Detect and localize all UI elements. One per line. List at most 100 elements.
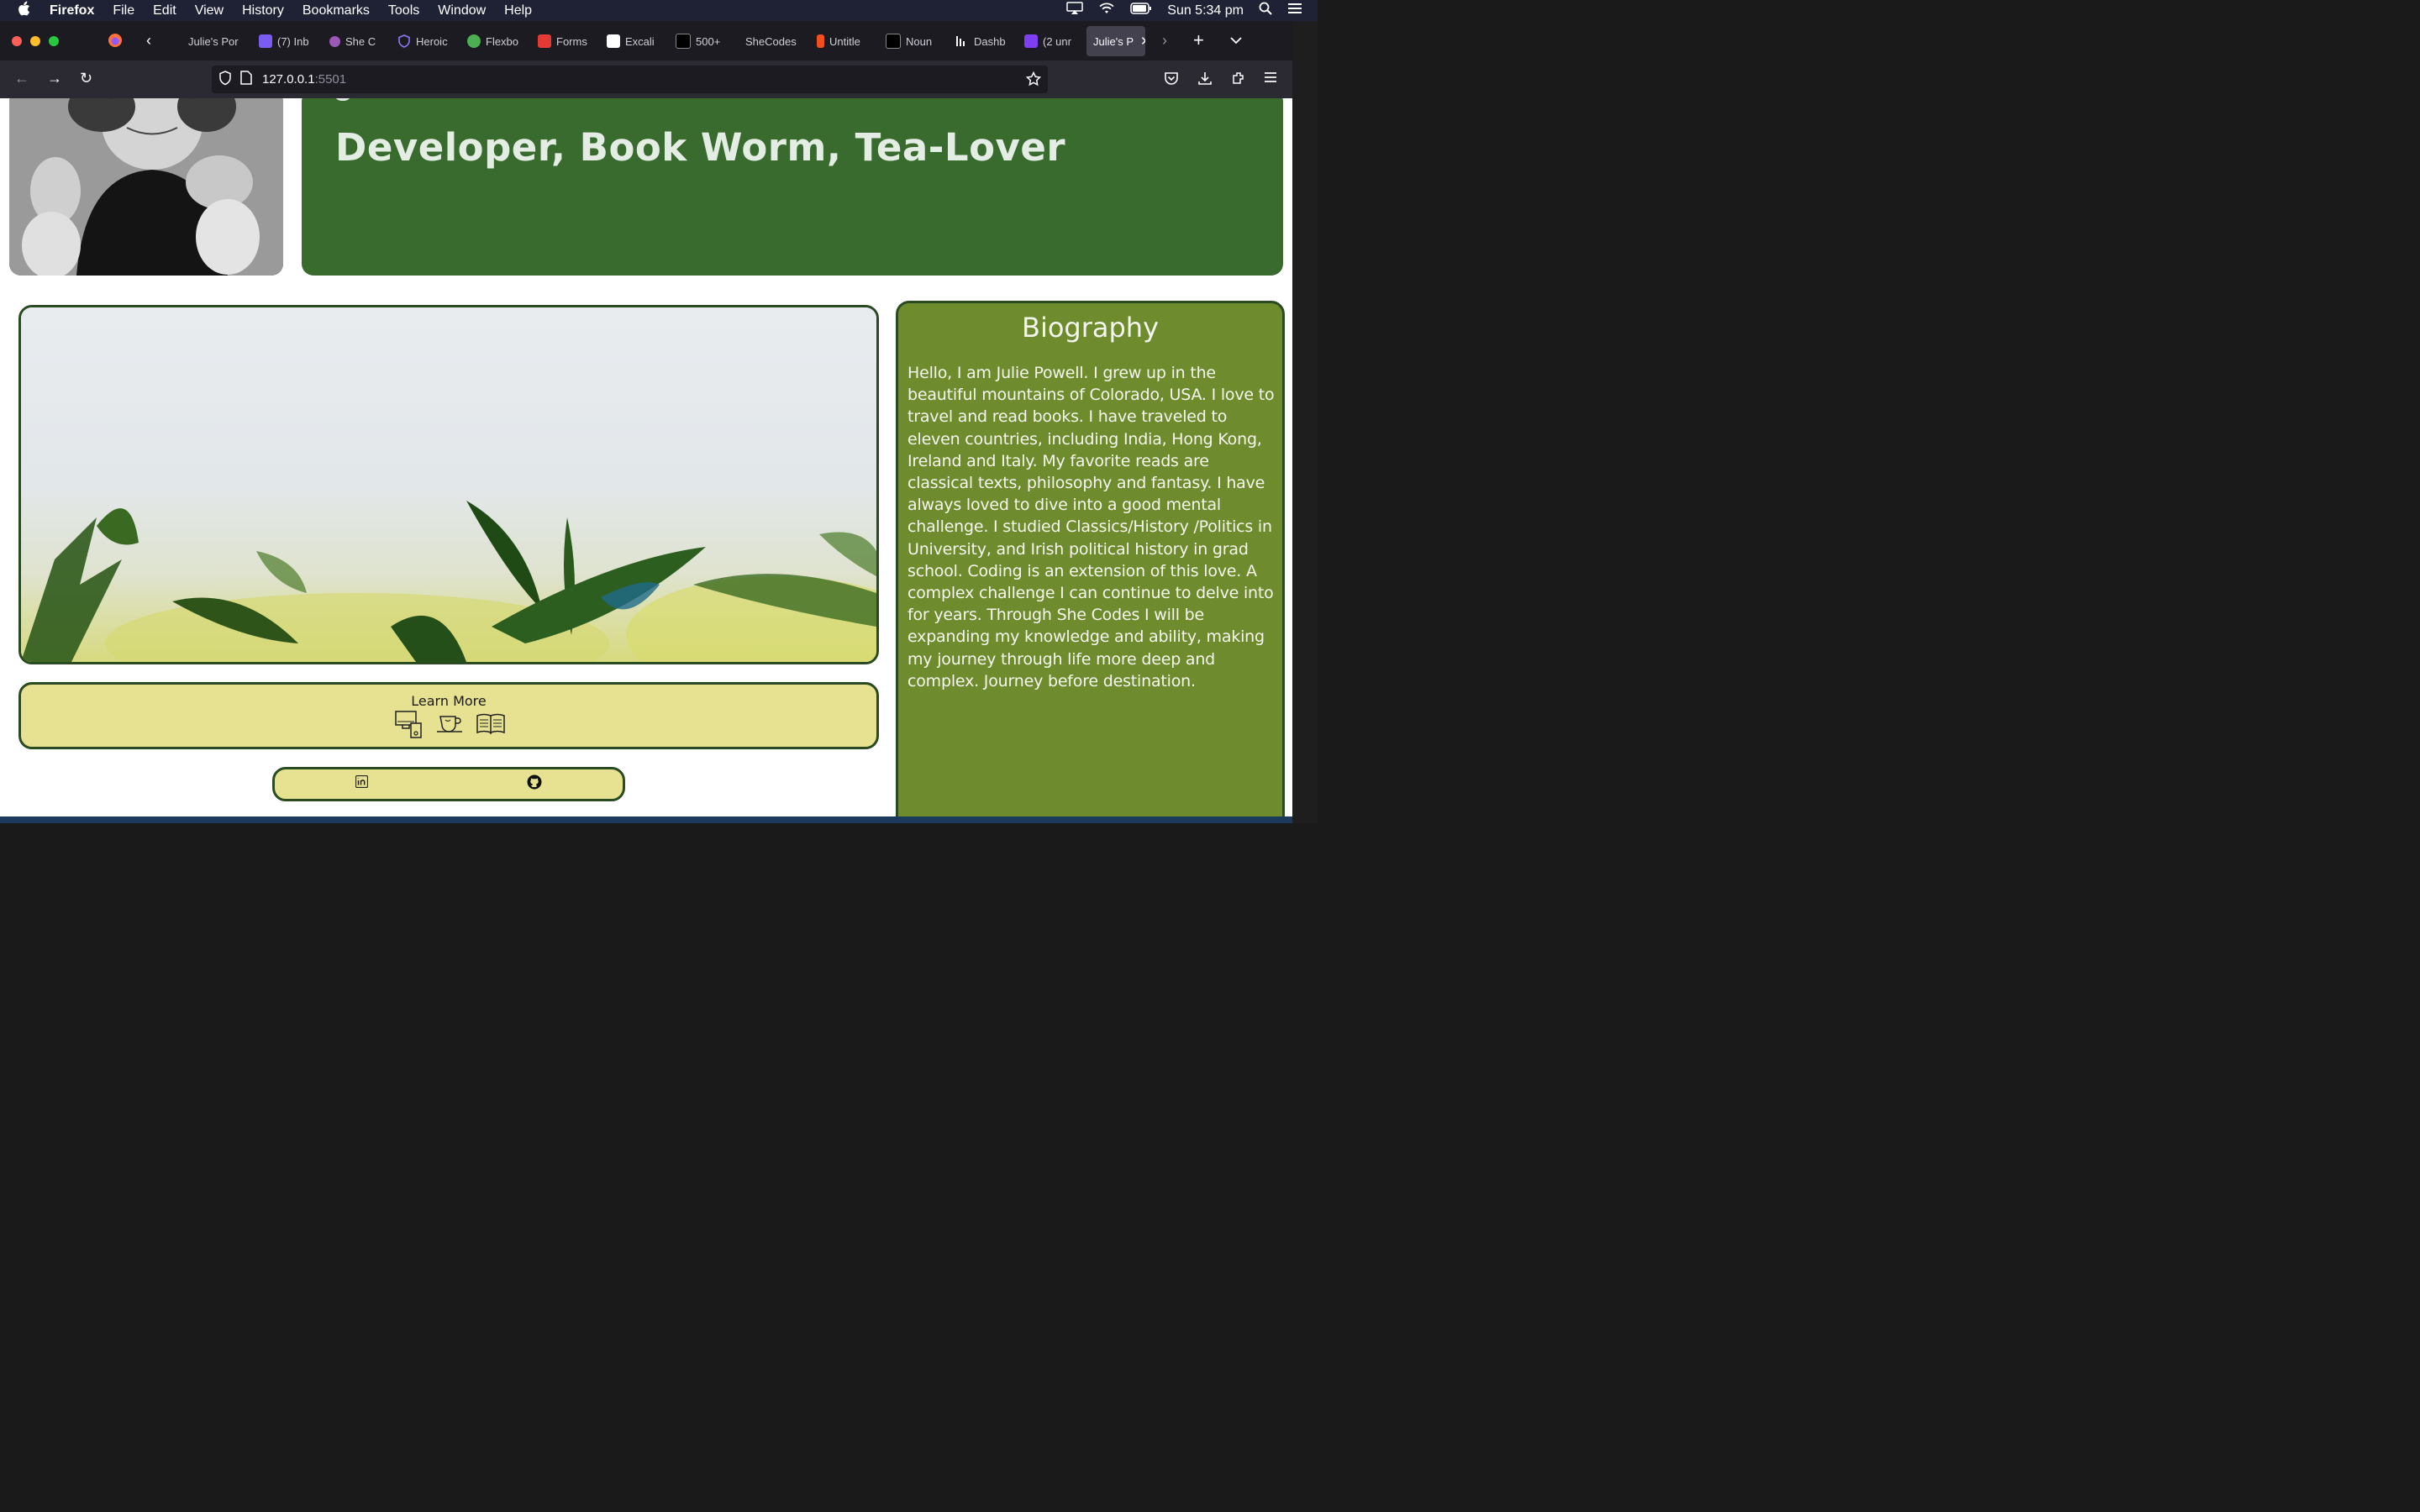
desktop-dock-edge (0, 816, 1292, 823)
apple-menu-icon[interactable] (17, 1, 35, 20)
browser-tab-bar: ‹ Julie's Por (7) Inb She C Heroic Flexb… (0, 21, 1292, 60)
mail-icon (1024, 34, 1038, 48)
tab-500-fonts[interactable]: 500+ (676, 26, 728, 56)
page-info-icon[interactable] (240, 71, 252, 88)
menu-tools[interactable]: Tools (388, 3, 419, 18)
tab-label: SheCodes (745, 34, 797, 48)
frog-icon (467, 34, 481, 48)
battery-icon[interactable] (1130, 3, 1152, 18)
pocket-icon[interactable] (1164, 71, 1179, 90)
computer-icon[interactable] (394, 710, 423, 742)
tab-label: 500+ (696, 34, 721, 48)
url-host: 127.0.0.1 (262, 72, 315, 87)
downloads-icon[interactable] (1197, 71, 1213, 90)
tab-label: Forms (556, 34, 587, 48)
github-icon[interactable] (527, 774, 542, 793)
new-tab-icon[interactable]: + (1193, 29, 1204, 51)
app-menu-icon[interactable] (1264, 71, 1277, 87)
hero-name-fragment (334, 98, 352, 101)
tab-unread-mail[interactable]: (2 unr (1024, 26, 1075, 56)
zoom-window-button[interactable] (49, 36, 59, 46)
tab-shecodes-1[interactable]: She C (329, 26, 380, 56)
forms-icon (538, 34, 551, 48)
menu-help[interactable]: Help (504, 3, 532, 18)
spotlight-search-icon[interactable] (1259, 2, 1272, 19)
excalidraw-icon (607, 34, 620, 48)
clock[interactable]: Sun 5:34 pm (1167, 3, 1244, 18)
url-text[interactable]: 127.0.0.1:5501 (262, 72, 346, 87)
tab-forms[interactable]: Forms (538, 26, 590, 56)
close-window-button[interactable] (12, 36, 22, 46)
noun-icon (886, 34, 901, 49)
shecodes-icon (329, 35, 340, 47)
tab-julies-portfolio-active[interactable]: Julie's P ✕ (1086, 26, 1145, 56)
learn-more-box: Learn More (18, 682, 879, 749)
tea-leaves-drawing (21, 307, 876, 662)
tab-label: Noun (906, 34, 933, 48)
airplay-icon[interactable] (1066, 2, 1084, 19)
linkedin-icon[interactable] (355, 774, 369, 791)
tab-figma-untitled[interactable]: Untitle (817, 26, 869, 56)
close-tab-icon[interactable]: ✕ (1140, 34, 1145, 49)
tab-heroicons[interactable]: Heroic (397, 26, 450, 56)
tracking-protection-shield-icon[interactable] (218, 70, 232, 89)
open-book-icon[interactable] (476, 712, 506, 739)
web-page: Developer, Book Worm, Tea-Lover Learn Mo… (0, 98, 1292, 816)
menu-file[interactable]: File (113, 3, 134, 18)
shield-icon (397, 34, 411, 48)
tab-label: She C (345, 34, 376, 48)
tab-noun-project[interactable]: Noun (886, 26, 938, 56)
biography-title: Biography (1021, 312, 1160, 344)
url-port: :5501 (314, 72, 347, 87)
tab-flexbox-froggy[interactable]: Flexbo (467, 26, 519, 56)
tea-leaves-image (18, 305, 879, 664)
tab-label: Dashb (974, 34, 1006, 48)
menu-bookmarks[interactable]: Bookmarks (302, 3, 370, 18)
tab-label: Julie's Por (188, 34, 239, 48)
menu-view[interactable]: View (195, 3, 224, 18)
tab-inbox[interactable]: (7) Inb (259, 26, 311, 56)
tab-label: Heroic (416, 34, 448, 48)
back-icon[interactable]: ← (14, 70, 29, 87)
tab-shecodes-2[interactable]: SheCodes (745, 26, 799, 56)
tab-excalidraw[interactable]: Excali (607, 26, 659, 56)
browser-nav-bar: ← → ↻ 127.0.0.1:5501 (0, 60, 1292, 98)
dashboard-icon (955, 34, 969, 48)
background-window-edge (1292, 21, 1318, 823)
url-bar[interactable]: 127.0.0.1:5501 (212, 66, 1048, 93)
tab-label: Excali (625, 34, 655, 48)
mail-icon (259, 34, 272, 48)
reload-icon[interactable]: ↻ (80, 70, 92, 87)
menu-edit[interactable]: Edit (153, 3, 176, 18)
figma-icon (817, 34, 824, 48)
scroll-tabs-right-icon[interactable]: › (1162, 32, 1167, 50)
menu-window[interactable]: Window (438, 3, 486, 18)
extensions-icon[interactable] (1231, 71, 1246, 90)
teacup-icon[interactable] (435, 711, 464, 738)
control-center-icon[interactable] (1287, 3, 1302, 18)
bookmark-star-icon[interactable] (1025, 71, 1042, 90)
social-links-box (272, 767, 625, 801)
macos-menubar: Firefox File Edit View History Bookmarks… (0, 0, 1318, 21)
biography-panel: Biography Hello, I am Julie Powell. I gr… (896, 301, 1285, 816)
firefox-view-icon[interactable] (108, 33, 123, 50)
fonts-icon (676, 34, 691, 49)
wifi-icon[interactable] (1098, 2, 1115, 19)
app-name[interactable]: Firefox (50, 3, 94, 18)
minimize-window-button[interactable] (30, 36, 40, 46)
learn-more-title: Learn More (411, 693, 487, 709)
tab-dashboard[interactable]: Dashb (955, 26, 1007, 56)
tab-label: Untitle (829, 34, 860, 48)
biography-text: Hello, I am Julie Powell. I grew up in t… (908, 364, 1275, 690)
tab-label: Flexbo (486, 34, 519, 48)
tab-label: Julie's P (1093, 34, 1134, 48)
hero-banner: Developer, Book Worm, Tea-Lover (302, 98, 1283, 276)
profile-photo (9, 98, 283, 276)
hero-subtitle: Developer, Book Worm, Tea-Lover (335, 125, 1066, 170)
tab-label: (7) Inb (277, 34, 309, 48)
scroll-tabs-left-icon[interactable]: ‹ (146, 32, 151, 50)
tab-julies-portfolio[interactable]: Julie's Por (188, 26, 244, 56)
list-all-tabs-icon[interactable] (1230, 34, 1242, 47)
forward-icon[interactable]: → (47, 70, 62, 87)
menu-history[interactable]: History (242, 3, 284, 18)
